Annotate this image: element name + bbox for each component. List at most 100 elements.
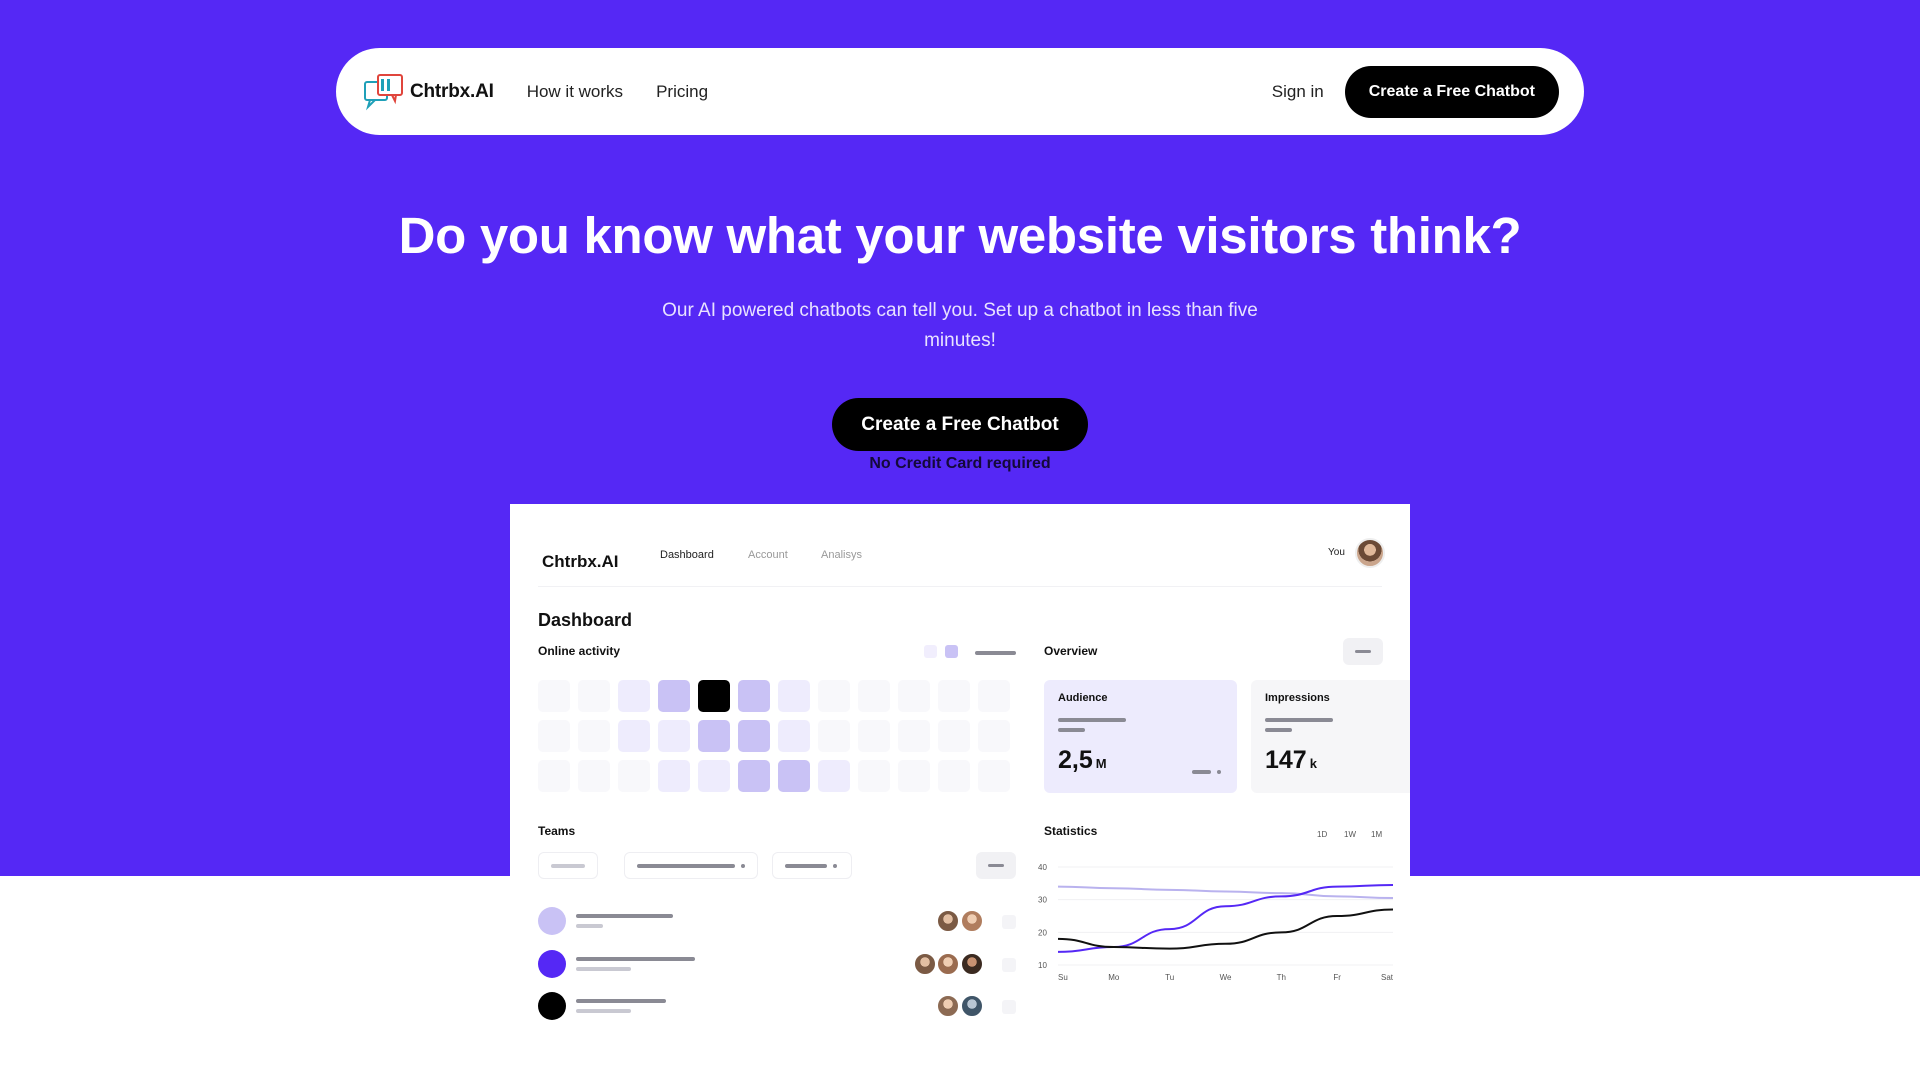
filter-1-bar [551,864,585,868]
activity-cell [538,760,570,792]
x-tick-label: Sat [1381,973,1394,982]
member-avatar [960,952,984,976]
user-label: You [1328,547,1345,558]
legend-bar [975,651,1016,655]
team-row-checkbox[interactable] [1002,915,1016,929]
activity-cell [698,720,730,752]
activity-cell [978,760,1010,792]
member-avatar [936,994,960,1018]
range-1m[interactable]: 1M [1371,830,1382,839]
activity-cell [818,720,850,752]
team-row-checkbox[interactable] [1002,958,1016,972]
overview-menu-button[interactable] [1343,638,1383,665]
activity-cell [898,680,930,712]
filter-3-bar [785,864,827,868]
overview-title: Overview [1044,644,1098,658]
activity-cell [938,760,970,792]
user-avatar[interactable] [1355,538,1385,568]
legend-light-swatch [924,645,937,658]
activity-cell [898,760,930,792]
y-tick-label: 20 [1038,928,1047,937]
teams-filter-1[interactable] [538,852,598,879]
activity-cell [778,680,810,712]
impressions-bar-short [1265,728,1292,732]
member-avatar [936,909,960,933]
team-name-bar [576,999,666,1003]
audience-unit: M [1095,756,1107,771]
team-color-dot [538,950,566,978]
top-navbar: Chtrbx.AI How it works Pricing Sign in C… [336,48,1584,135]
team-name-bar [576,957,695,961]
audience-card[interactable]: Audience 2,5 M [1044,680,1237,793]
activity-cell [858,760,890,792]
series-line [1057,908,1394,950]
impressions-number: 147 [1265,746,1307,774]
activity-cell [698,760,730,792]
activity-cell [618,680,650,712]
activity-cell [818,760,850,792]
team-name-bar [576,914,673,918]
activity-cell [978,720,1010,752]
header-divider [538,586,1382,587]
dashboard-brand: Chtrbx.AI [542,552,619,571]
logo[interactable]: Chtrbx.AI [362,73,494,111]
team-meta-bar [576,1009,631,1013]
activity-cell [658,720,690,752]
activity-cell [578,760,610,792]
nav-link-pricing[interactable]: Pricing [656,82,708,102]
nav-link-how-it-works[interactable]: How it works [527,82,623,102]
audience-card-title: Audience [1058,692,1108,704]
filter-2-bar [637,864,735,868]
series-line [1057,883,1394,953]
tab-account[interactable]: Account [748,549,788,561]
series-line [1057,885,1394,900]
hero-create-chatbot-button[interactable]: Create a Free Chatbot [832,398,1088,451]
dashboard-heading: Dashboard [538,610,633,630]
legend-medium-swatch [945,645,958,658]
activity-cell [858,680,890,712]
activity-cell [618,760,650,792]
tab-dashboard[interactable]: Dashboard [660,549,714,561]
teams-filter-3[interactable] [772,852,852,879]
activity-cell [938,720,970,752]
filter-2-dot [741,864,745,868]
y-tick-label: 40 [1038,863,1047,872]
activity-cell [538,680,570,712]
activity-cell [858,720,890,752]
activity-cell [898,720,930,752]
impressions-card-title: Impressions [1265,692,1330,704]
no-credit-card-note: No Credit Card required [869,455,1051,472]
activity-cell [698,680,730,712]
logo-text: Chtrbx.AI [410,80,494,102]
tab-analisys[interactable]: Analisys [821,549,862,561]
team-row-checkbox[interactable] [1002,1000,1016,1014]
y-tick-label: 10 [1038,961,1047,970]
impressions-card[interactable]: Impressions 147 k [1251,680,1410,793]
activity-cell [978,680,1010,712]
teams-menu-button[interactable] [976,852,1016,879]
range-1d[interactable]: 1D [1317,830,1327,839]
sign-in-link[interactable]: Sign in [1272,82,1324,102]
audience-mini-bar [1192,770,1211,774]
impressions-unit: k [1309,756,1317,771]
range-1w[interactable]: 1W [1344,830,1356,839]
impressions-value: 147 k [1265,746,1317,775]
impressions-bar [1265,718,1333,722]
teams-filter-2[interactable] [624,852,758,879]
activity-cell [618,720,650,752]
audience-mini-dot [1217,770,1221,774]
activity-cell [778,760,810,792]
member-avatar [913,952,937,976]
activity-cell [738,760,770,792]
x-tick-label: We [1220,973,1232,982]
nav-create-chatbot-button[interactable]: Create a Free Chatbot [1344,65,1559,118]
chat-bubbles-icon [362,73,406,111]
team-color-dot [538,907,566,935]
x-tick-label: Mo [1108,973,1120,982]
activity-cell [578,680,610,712]
team-color-dot [538,992,566,1020]
hero-subtitle: Our AI powered chatbots can tell you. Se… [662,300,1258,351]
activity-cell [658,760,690,792]
member-avatar [960,909,984,933]
teams-title: Teams [538,824,576,838]
